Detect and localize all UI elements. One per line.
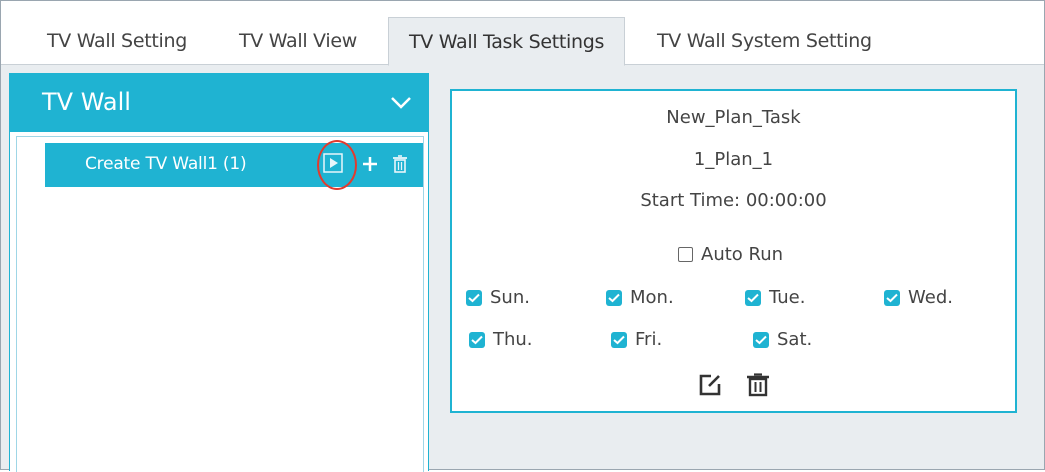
trash-icon[interactable] — [392, 155, 408, 173]
plan-name: New_Plan_Task — [666, 107, 801, 128]
checkbox-checked-icon — [753, 331, 769, 348]
day-label: Thu. — [493, 329, 533, 350]
day-label: Sat. — [777, 329, 813, 350]
day-checkbox-fri[interactable]: Fri. — [611, 329, 662, 350]
start-time: Start Time: 00:00:00 — [640, 190, 827, 211]
tab-tv-wall-system-setting[interactable]: TV Wall System Setting — [657, 17, 872, 65]
checkbox-checked-icon — [884, 289, 900, 306]
tab-tv-wall-setting[interactable]: TV Wall Setting — [47, 17, 187, 65]
tab-tv-wall-view[interactable]: TV Wall View — [239, 17, 357, 65]
auto-run-label: Auto Run — [701, 244, 784, 265]
day-label: Tue. — [769, 287, 806, 308]
checkbox-checked-icon — [466, 289, 482, 306]
tree-item-label: Create TV Wall1 (1) — [85, 154, 247, 174]
day-checkbox-thu[interactable]: Thu. — [469, 329, 533, 350]
plan-id: 1_Plan_1 — [693, 149, 774, 170]
day-checkbox-sun[interactable]: Sun. — [466, 287, 530, 308]
checkbox-unchecked-icon — [678, 247, 693, 262]
checkbox-checked-icon — [745, 289, 761, 306]
checkbox-checked-icon — [606, 289, 622, 306]
day-checkbox-mon[interactable]: Mon. — [606, 287, 674, 308]
tv-wall-panel-header[interactable]: TV Wall — [10, 74, 428, 132]
day-checkbox-sat[interactable]: Sat. — [753, 329, 812, 350]
checkbox-checked-icon — [611, 331, 627, 348]
day-label: Sun. — [490, 287, 530, 308]
tv-wall-panel: TV Wall Create TV Wall1 (1) — [9, 73, 429, 472]
add-icon[interactable] — [361, 155, 379, 173]
checkbox-checked-icon — [469, 331, 485, 348]
edit-icon[interactable] — [698, 373, 722, 397]
tab-tv-wall-task-settings[interactable]: TV Wall Task Settings — [388, 17, 626, 66]
tv-wall-panel-title: TV Wall — [42, 88, 131, 116]
highlight-circle — [317, 140, 357, 190]
day-label: Mon. — [630, 287, 674, 308]
delete-icon[interactable] — [746, 373, 770, 397]
day-checkbox-tue[interactable]: Tue. — [745, 287, 805, 308]
auto-run-checkbox[interactable]: Auto Run — [678, 244, 783, 265]
chevron-down-icon[interactable] — [390, 96, 412, 110]
day-label: Wed. — [908, 287, 953, 308]
day-checkbox-wed[interactable]: Wed. — [884, 287, 953, 308]
plan-task-card: New_Plan_Task 1_Plan_1 Start Time: 00:00… — [450, 89, 1017, 413]
application-window: TV Wall Setting TV Wall View TV Wall Tas… — [0, 0, 1045, 472]
tree-item-tv-wall[interactable]: Create TV Wall1 (1) — [45, 140, 423, 190]
day-label: Fri. — [635, 329, 663, 350]
tv-wall-tree: Create TV Wall1 (1) — [16, 136, 424, 472]
tab-bar: TV Wall Setting TV Wall View TV Wall Tas… — [1, 1, 1044, 66]
